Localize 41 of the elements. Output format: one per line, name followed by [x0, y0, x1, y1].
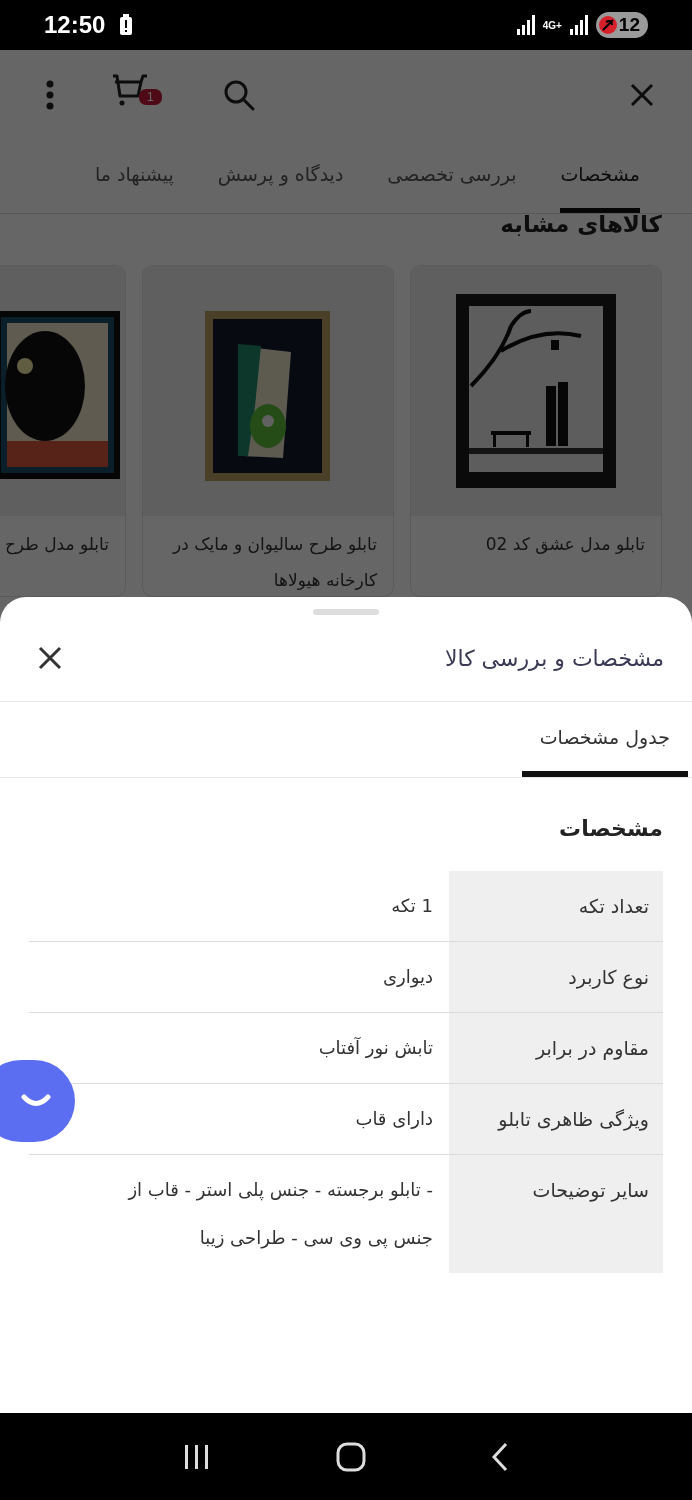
- tab[interactable]: بررسی تخصصی: [387, 140, 517, 213]
- cart-button[interactable]: 1: [113, 74, 165, 116]
- product-title: تابلو مدل طرح: [3, 533, 110, 557]
- tab[interactable]: پیشنهاد ما: [94, 140, 174, 213]
- cart-count-badge: 1: [139, 89, 162, 105]
- search-icon[interactable]: [223, 79, 255, 111]
- home-icon[interactable]: [336, 1441, 366, 1472]
- spec-value: - تابلو برجسته - جنس پلی استر - قاب از جنس پی وی سی - طراحی زیبا: [126, 1178, 434, 1251]
- tab[interactable]: جدول مشخصات: [521, 702, 688, 777]
- signal-icon: [569, 15, 588, 35]
- product-card[interactable]: تابلو مدل طرح: [0, 265, 126, 597]
- more-icon[interactable]: [45, 80, 55, 110]
- tab[interactable]: مشخصات: [560, 140, 640, 213]
- back-icon[interactable]: [491, 1441, 510, 1472]
- product-title: تابلو طرح سالیوان و مایک در کارخانه هیولاها: [171, 533, 378, 592]
- section-title: کالاهای مشابه: [499, 211, 663, 237]
- product-card[interactable]: تابلو طرح سالیوان و مایک در کارخانه هیولاها: [142, 265, 394, 597]
- spec-label: تعداد تکه: [449, 871, 663, 941]
- spec-label: نوع کاربرد: [449, 942, 663, 1012]
- clock-time: 12:50: [44, 11, 106, 39]
- smile-icon: [20, 1094, 51, 1108]
- close-icon[interactable]: [38, 646, 62, 670]
- spec-label: سایر توضیحات: [449, 1155, 663, 1273]
- drag-handle[interactable]: [313, 609, 379, 615]
- spec-label: مقاوم در برابر: [449, 1013, 663, 1083]
- cart-icon[interactable]: [113, 74, 147, 106]
- spec-value: دارای قاب: [355, 1107, 434, 1131]
- spec-value: تابش نور آفتاب: [318, 1036, 434, 1061]
- battery-level: 12: [618, 14, 640, 36]
- signal-icon: [516, 15, 535, 35]
- spec-value: دیواری: [382, 965, 434, 990]
- network-label: 4G+: [542, 19, 562, 31]
- product-card[interactable]: تابلو مدل عشق کد 02: [410, 265, 662, 597]
- sheet-title: مشخصات و بررسی کالا: [444, 645, 664, 671]
- spec-value: 1 تکه: [391, 894, 434, 918]
- spec-label: ویژگی ظاهری تابلو: [449, 1084, 663, 1154]
- battery-alert-icon: [119, 14, 134, 36]
- tab[interactable]: دیدگاه و پرسش: [217, 140, 344, 213]
- section-heading: مشخصات: [558, 815, 664, 843]
- product-title: تابلو مدل عشق کد 02: [484, 533, 646, 556]
- recent-apps-icon[interactable]: [182, 1442, 211, 1471]
